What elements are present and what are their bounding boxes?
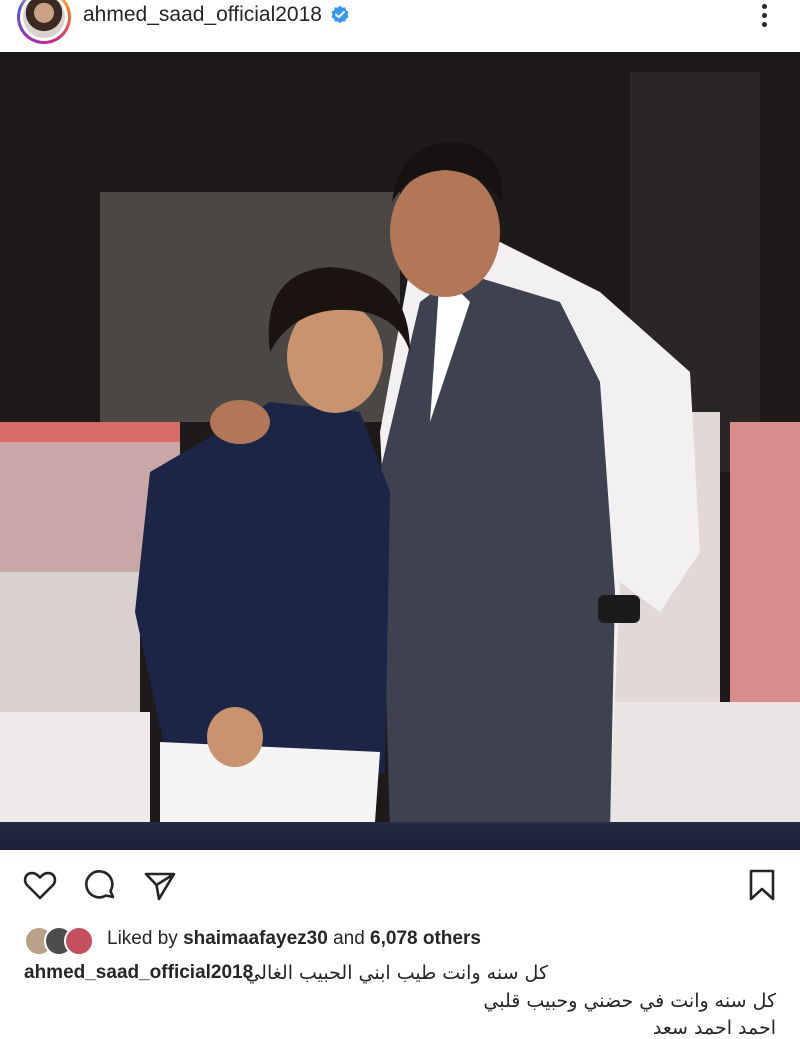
liker-avatar — [64, 926, 94, 956]
heart-icon[interactable] — [22, 867, 58, 903]
more-options-icon[interactable] — [752, 0, 776, 30]
photo-bottom-band — [0, 822, 800, 850]
bookmark-icon[interactable] — [744, 867, 780, 903]
caption-username[interactable]: ahmed_saad_official2018 — [24, 962, 253, 984]
avatar-image — [23, 0, 65, 38]
photo-illustration — [0, 52, 800, 850]
likes-prefix: Liked by — [107, 928, 178, 949]
verified-badge-icon — [331, 5, 349, 24]
likes-row: Liked by shaimaafayez30 and 6,078 others — [24, 926, 784, 956]
likes-summary[interactable]: Liked by shaimaafayez30 and 6,078 others — [107, 928, 481, 950]
profile-avatar[interactable] — [17, 0, 71, 44]
likes-others[interactable]: 6,078 others — [370, 928, 481, 949]
caption-user[interactable]: ahmed_saad_official2018 — [24, 962, 253, 983]
comment-icon[interactable] — [82, 867, 118, 903]
post-username[interactable]: ahmed_saad_official2018 — [83, 3, 322, 27]
avatar-frame — [20, 0, 68, 41]
post-actions — [0, 850, 800, 922]
caption-line: كل سنه وانت طيب ابني الحبيب الغالي — [245, 962, 548, 984]
share-icon[interactable] — [142, 867, 178, 903]
likes-conjunction: and — [333, 928, 365, 949]
liker-username[interactable]: shaimaafayez30 — [183, 928, 328, 949]
caption-line: كل سنه وانت في حضني وحبيب قلبي — [483, 990, 776, 1012]
post-header: ahmed_saad_official2018 — [0, 0, 800, 52]
post-photo[interactable] — [0, 52, 800, 850]
caption-line: احمد احمد سعد — [652, 1017, 776, 1039]
